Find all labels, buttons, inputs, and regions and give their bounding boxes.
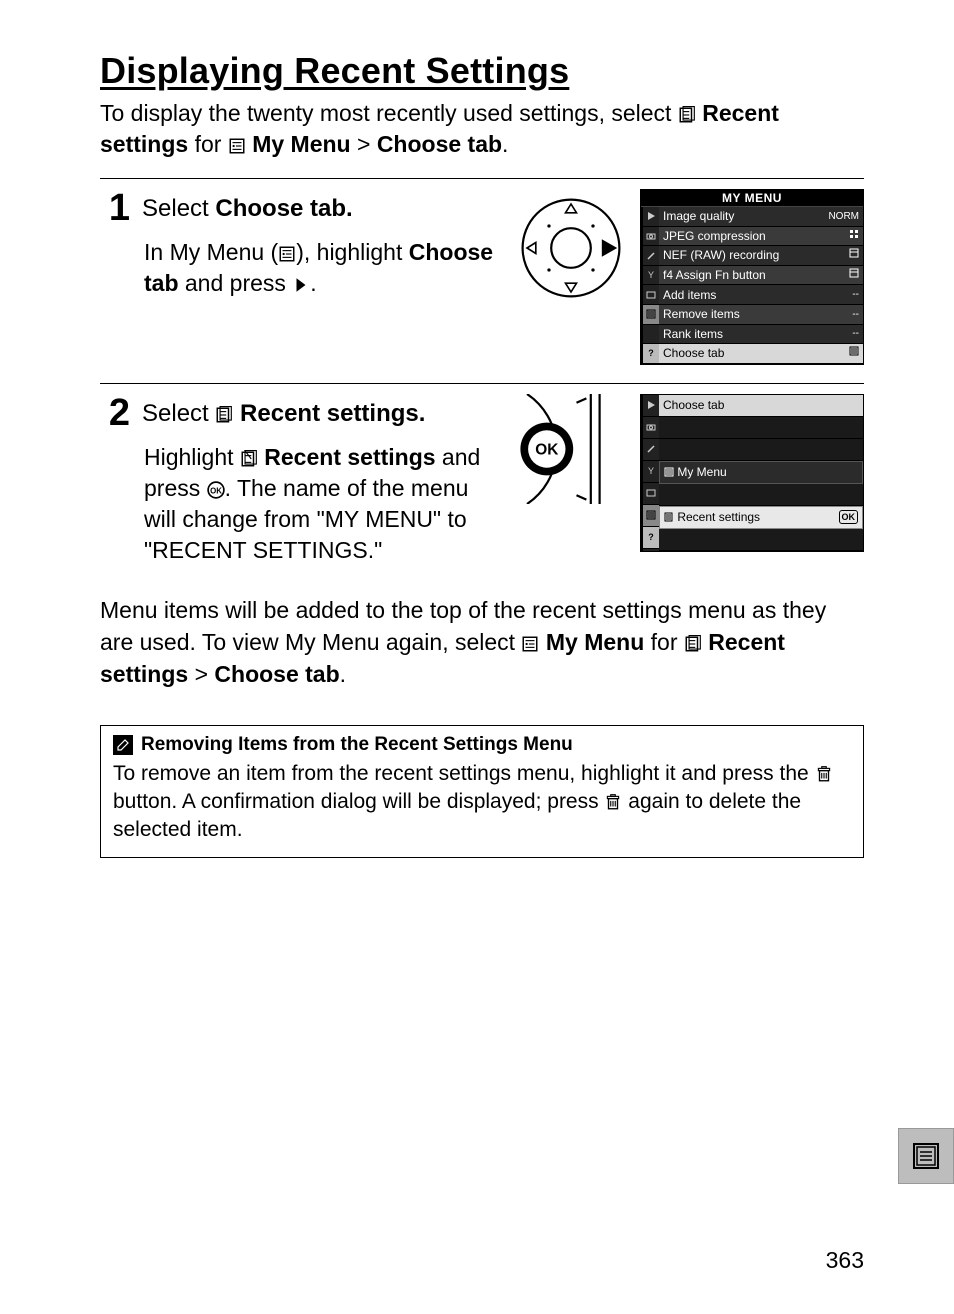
my-menu-icon [228,137,246,155]
side-tab-icon [898,1128,954,1184]
cam-tab-camera-icon [643,227,659,247]
note-body: To remove an item from the recent settin… [113,760,851,845]
camera-screen-choosetab: Y ? Choose tab My Menu [640,394,864,552]
trash-icon [604,793,622,811]
camera-screen-mymenu: MY MENU Y ? [640,189,864,365]
trash-icon [815,765,833,783]
cam-tab-pencil-icon [643,246,659,266]
divider [100,383,864,384]
step-2: 2 Select Recent settings. Highlight Rece… [100,394,864,566]
step-body: Highlight Recent settings and press OK. … [144,442,504,566]
recent-settings-icon [678,106,696,124]
my-menu-icon [278,245,296,263]
cam-item-selected: Choose tab [659,344,863,364]
multiselector-ok-icon: OK [516,394,626,504]
cam-item: JPEG compression [659,227,863,247]
cam-item: Image qualityNORM [659,207,863,227]
multiselector-right-icon [516,193,626,303]
cam-item: My Menu [659,461,863,484]
cam-tab-retouch-icon [643,483,659,505]
note-box: Removing Items from the Recent Settings … [100,725,864,858]
intro-text: To display the twenty most recently used… [100,98,864,160]
step-heading: Select Recent settings. [142,400,508,428]
page-number: 363 [826,1247,864,1274]
cam-tab-help-icon: ? [643,527,659,549]
cam-item: Add items-- [659,285,863,305]
cam-tab-mymenu-icon [643,505,659,527]
recent-settings-icon [240,450,258,468]
divider [100,178,864,179]
cam-item-blank [659,439,863,461]
step-body: In My Menu (), highlight Choose tab and … [144,237,504,299]
closing-text: Menu items will be added to the top of t… [100,594,864,691]
cam-tab-retouch-icon [643,285,659,305]
cam-tab-pencil-icon [643,439,659,461]
cam-tab-icon [643,325,659,345]
note-heading: Removing Items from the Recent Settings … [113,734,851,756]
cam-item-selected: Recent settings OK [659,506,863,529]
cam-item: Rank items-- [659,325,863,345]
step-number: 2 [100,394,130,432]
recent-settings-icon [684,635,702,653]
step-1: 1 Select Choose tab. In My Menu (), high… [100,189,864,365]
cam-tab-wrench-icon: Y [643,266,659,286]
svg-text:OK: OK [210,486,222,495]
cam-tab-play-icon [643,395,659,417]
cam-item-blank [659,417,863,439]
cam-tab-help-icon: ? [643,344,659,364]
cam-tab-play-icon [643,207,659,227]
cam-item: f4 Assign Fn button [659,266,863,286]
recent-settings-icon [215,406,233,424]
camera-screen-title: MY MENU [641,190,863,207]
cam-item-blank [659,484,863,506]
cam-tab-wrench-icon: Y [643,461,659,483]
cam-item: Remove items-- [659,305,863,325]
step-number: 1 [100,189,130,227]
cam-item-blank [659,529,863,551]
note-icon [113,735,133,755]
cam-item: NEF (RAW) recording [659,246,863,266]
my-menu-icon [521,635,539,653]
svg-text:OK: OK [535,441,558,458]
cam-tab-mymenu-icon [643,305,659,325]
cam-tab-camera-icon [643,417,659,439]
right-arrow-icon [292,276,310,294]
ok-button-icon: OK [207,481,225,499]
cam-screen-heading: Choose tab [659,395,863,417]
step-heading: Select Choose tab. [142,195,508,223]
page-title: Displaying Recent Settings [100,50,864,92]
